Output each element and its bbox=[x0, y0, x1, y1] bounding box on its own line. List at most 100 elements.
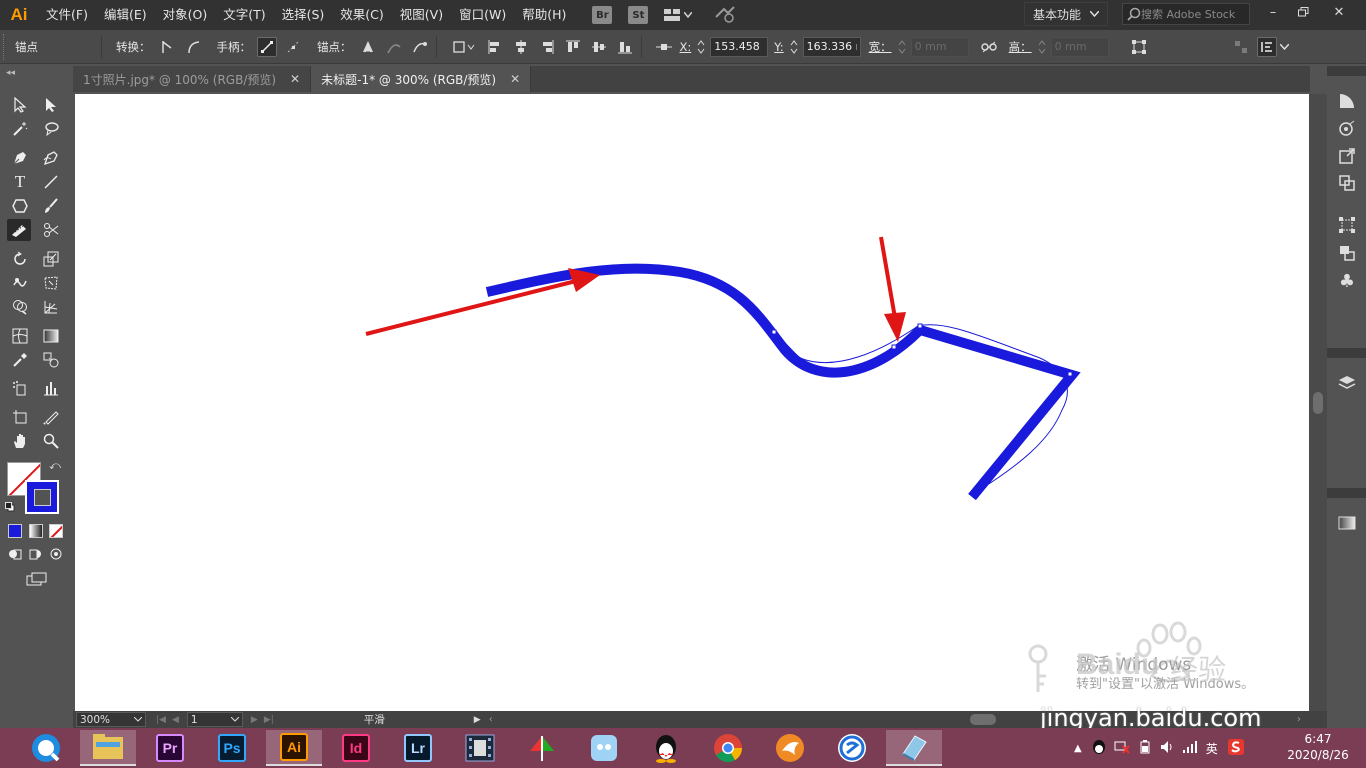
taskbar-app-chat[interactable] bbox=[576, 730, 632, 766]
gradient-panel-icon[interactable] bbox=[1336, 512, 1358, 534]
selection-tool-icon[interactable] bbox=[8, 94, 32, 116]
start-button[interactable] bbox=[18, 730, 74, 766]
hand-tool-icon[interactable] bbox=[8, 430, 32, 452]
taskbar-app-bird[interactable] bbox=[762, 730, 818, 766]
arrange-documents-button[interactable] bbox=[664, 6, 694, 24]
bridge-button[interactable]: Br bbox=[592, 6, 613, 24]
taskbar-premiere[interactable]: Pr bbox=[142, 730, 198, 766]
eyedropper-tool-icon[interactable] bbox=[8, 349, 32, 371]
minimize-button[interactable]: – bbox=[1258, 0, 1288, 24]
artboard-canvas[interactable] bbox=[75, 94, 1309, 711]
sync-icon[interactable] bbox=[714, 5, 736, 26]
transform-icon[interactable] bbox=[1129, 37, 1149, 57]
convert-smooth-icon[interactable] bbox=[183, 37, 203, 57]
swap-fill-stroke-icon[interactable]: ⤺ bbox=[48, 459, 62, 473]
gradient-mode-button[interactable] bbox=[29, 524, 43, 538]
align-center-icon[interactable] bbox=[511, 37, 531, 57]
taskbar-video-editor[interactable] bbox=[452, 730, 508, 766]
zoom-select[interactable]: 300% bbox=[76, 712, 146, 727]
scroll-thumb[interactable] bbox=[1313, 392, 1323, 414]
artboard-tool-icon[interactable] bbox=[8, 406, 32, 428]
menu-view[interactable]: 视图(V) bbox=[392, 0, 451, 30]
show-handles-icon[interactable] bbox=[257, 36, 277, 57]
symbol-sprayer-tool-icon[interactable] bbox=[8, 377, 32, 399]
pen-tool-icon[interactable] bbox=[8, 147, 32, 169]
taskbar-app-umbrella[interactable] bbox=[514, 730, 570, 766]
chevron-down-icon[interactable] bbox=[1279, 37, 1291, 57]
scroll-right-icon[interactable]: › bbox=[1297, 714, 1301, 725]
anchor-point[interactable] bbox=[1067, 371, 1073, 377]
vertical-scrollbar[interactable] bbox=[1309, 94, 1327, 711]
width-stepper-icon[interactable] bbox=[896, 37, 908, 57]
smooth-tool-icon[interactable] bbox=[7, 219, 31, 241]
close-button[interactable]: ✕ bbox=[1324, 0, 1354, 24]
taskbar-lightroom[interactable]: Lr bbox=[390, 730, 446, 766]
align-right-icon[interactable] bbox=[537, 37, 557, 57]
align-top-icon[interactable] bbox=[563, 37, 583, 57]
draw-behind-icon[interactable] bbox=[26, 545, 46, 563]
color-mode-button[interactable] bbox=[8, 524, 22, 538]
y-stepper-icon[interactable] bbox=[788, 37, 800, 57]
next-page-icon[interactable]: ▶ bbox=[251, 715, 258, 725]
paintbrush-tool-icon[interactable] bbox=[39, 195, 63, 217]
stroke-swatch[interactable] bbox=[25, 480, 59, 514]
draw-normal-icon[interactable] bbox=[5, 545, 25, 563]
clock[interactable]: 6:47 2020/8/26 bbox=[1278, 731, 1358, 763]
x-stepper-icon[interactable] bbox=[695, 37, 707, 57]
stock-button[interactable]: St bbox=[628, 6, 649, 24]
restore-button[interactable] bbox=[1288, 0, 1318, 24]
dock-header[interactable] bbox=[1327, 348, 1366, 358]
menu-edit[interactable]: 编辑(E) bbox=[96, 0, 155, 30]
first-page-icon[interactable]: |◀ bbox=[156, 715, 166, 725]
cut-path-icon[interactable] bbox=[410, 37, 430, 57]
symbols-icon[interactable]: ♣ bbox=[1336, 270, 1358, 292]
last-page-icon[interactable]: ▶| bbox=[264, 715, 274, 725]
close-icon[interactable]: ✕ bbox=[290, 72, 300, 86]
pathfinder-icon[interactable] bbox=[1336, 172, 1358, 194]
gradient-tool-icon[interactable] bbox=[39, 325, 63, 347]
transform-panel-icon[interactable] bbox=[1336, 214, 1358, 236]
page-select[interactable]: 1 bbox=[186, 712, 243, 727]
tray-expand-icon[interactable]: ▲ bbox=[1074, 743, 1082, 754]
zoom-tool-icon[interactable] bbox=[39, 430, 63, 452]
x-field[interactable] bbox=[710, 36, 769, 57]
layers-icon[interactable] bbox=[1336, 372, 1358, 394]
menu-select[interactable]: 选择(S) bbox=[274, 0, 333, 30]
tray-volume-icon[interactable] bbox=[1160, 740, 1174, 757]
menu-window[interactable]: 窗口(W) bbox=[451, 0, 514, 30]
default-colors-icon[interactable] bbox=[3, 500, 17, 514]
constrain-link-icon[interactable] bbox=[979, 37, 999, 57]
anchor-point[interactable] bbox=[771, 329, 777, 335]
polygon-tool-icon[interactable] bbox=[8, 195, 32, 217]
taskbar-photoshop[interactable]: Ps bbox=[204, 730, 260, 766]
align-bottom-icon[interactable] bbox=[615, 37, 635, 57]
taskbar-sogou-browser[interactable] bbox=[824, 730, 880, 766]
tab-photo[interactable]: 1寸照片.jpg* @ 100% (RGB/预览) ✕ bbox=[73, 66, 312, 92]
screen-mode-icon[interactable] bbox=[24, 570, 50, 588]
stock-search[interactable] bbox=[1122, 3, 1250, 25]
mesh-tool-icon[interactable] bbox=[8, 325, 32, 347]
magic-wand-tool-icon[interactable] bbox=[8, 118, 32, 140]
prev-page-icon[interactable]: ◀ bbox=[172, 715, 179, 725]
close-icon[interactable]: ✕ bbox=[510, 72, 520, 86]
collapse-icon[interactable]: ◂◂ bbox=[6, 68, 15, 78]
convert-corner-icon[interactable] bbox=[157, 37, 177, 57]
menu-effect[interactable]: 效果(C) bbox=[332, 0, 391, 30]
select-similar-icon[interactable] bbox=[1231, 37, 1251, 57]
taskbar-explorer[interactable] bbox=[80, 730, 136, 766]
dock-header[interactable] bbox=[1327, 488, 1366, 498]
type-tool-icon[interactable]: T bbox=[8, 171, 32, 193]
shape-builder-tool-icon[interactable] bbox=[8, 296, 32, 318]
taskbar-illustrator[interactable]: Ai bbox=[266, 730, 322, 766]
perspective-grid-tool-icon[interactable] bbox=[39, 296, 63, 318]
taskbar-indesign[interactable]: Id bbox=[328, 730, 384, 766]
horizontal-scroll-thumb[interactable] bbox=[970, 714, 996, 725]
rotate-tool-icon[interactable] bbox=[8, 248, 32, 270]
scale-tool-icon[interactable] bbox=[39, 248, 63, 270]
menu-file[interactable]: 文件(F) bbox=[38, 0, 96, 30]
tray-battery-icon[interactable] bbox=[1138, 739, 1152, 757]
curvature-tool-icon[interactable] bbox=[39, 147, 63, 169]
anchor-point[interactable] bbox=[917, 323, 923, 329]
blend-tool-icon[interactable] bbox=[39, 349, 63, 371]
export-icon[interactable] bbox=[1336, 145, 1358, 167]
